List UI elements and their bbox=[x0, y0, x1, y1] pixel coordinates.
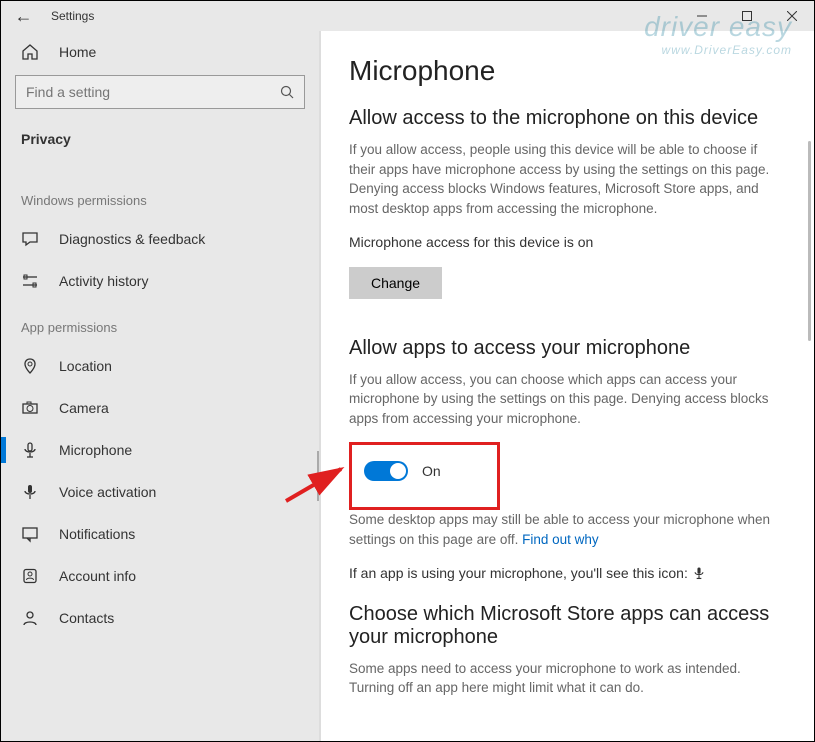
current-category: Privacy bbox=[1, 123, 319, 175]
home-icon bbox=[21, 43, 41, 61]
desktop-apps-note: Some desktop apps may still be able to a… bbox=[349, 510, 784, 549]
maximize-button[interactable] bbox=[724, 1, 769, 31]
content-scrollbar[interactable] bbox=[808, 141, 811, 341]
home-label: Home bbox=[59, 44, 96, 60]
nav-location[interactable]: Location bbox=[1, 345, 319, 387]
nav-label: Location bbox=[59, 358, 112, 374]
content-area: Microphone Allow access to the microphon… bbox=[321, 31, 814, 741]
find-out-why-link[interactable]: Find out why bbox=[522, 532, 599, 547]
nav-label: Camera bbox=[59, 400, 109, 416]
voice-icon bbox=[21, 483, 41, 501]
notifications-icon bbox=[21, 525, 41, 543]
search-box[interactable] bbox=[15, 75, 305, 109]
minimize-button[interactable] bbox=[679, 1, 724, 31]
section2-body: If you allow access, you can choose whic… bbox=[349, 370, 784, 429]
location-icon bbox=[21, 357, 41, 375]
section2-heading: Allow apps to access your microphone bbox=[349, 337, 784, 360]
feedback-icon bbox=[21, 230, 41, 248]
close-button[interactable] bbox=[769, 1, 814, 31]
section-windows-permissions: Windows permissions bbox=[1, 175, 319, 218]
search-input[interactable] bbox=[26, 84, 280, 100]
nav-notifications[interactable]: Notifications bbox=[1, 513, 319, 555]
toggle-switch-on[interactable] bbox=[364, 461, 408, 481]
nav-label: Activity history bbox=[59, 273, 148, 289]
section3-body: Some apps need to access your microphone… bbox=[349, 659, 784, 698]
camera-icon bbox=[21, 399, 41, 417]
apps-access-toggle[interactable]: On bbox=[354, 453, 451, 489]
nav-contacts[interactable]: Contacts bbox=[1, 597, 319, 639]
nav-activity[interactable]: Activity history bbox=[1, 260, 319, 302]
usage-note-text: If an app is using your microphone, you'… bbox=[349, 565, 688, 581]
nav-label: Diagnostics & feedback bbox=[59, 231, 205, 247]
nav-diagnostics[interactable]: Diagnostics & feedback bbox=[1, 218, 319, 260]
usage-note: If an app is using your microphone, you'… bbox=[349, 563, 784, 584]
nav-label: Account info bbox=[59, 568, 136, 584]
nav-camera[interactable]: Camera bbox=[1, 387, 319, 429]
section1-body: If you allow access, people using this d… bbox=[349, 140, 784, 218]
home-row[interactable]: Home bbox=[1, 31, 319, 71]
section1-heading: Allow access to the microphone on this d… bbox=[349, 107, 784, 130]
microphone-icon bbox=[21, 441, 41, 459]
back-button[interactable]: ← bbox=[1, 6, 46, 27]
section-app-permissions: App permissions bbox=[1, 302, 319, 345]
nav-microphone[interactable]: Microphone bbox=[1, 429, 319, 471]
nav-label: Microphone bbox=[59, 442, 132, 458]
nav-label: Voice activation bbox=[59, 484, 156, 500]
nav-label: Notifications bbox=[59, 526, 135, 542]
timeline-icon bbox=[21, 272, 41, 290]
nav-voice[interactable]: Voice activation bbox=[1, 471, 319, 513]
microphone-indicator-icon bbox=[692, 567, 706, 583]
annotation-highlight: On bbox=[349, 442, 500, 510]
nav-label: Contacts bbox=[59, 610, 114, 626]
page-title: Microphone bbox=[349, 55, 784, 87]
account-icon bbox=[21, 567, 41, 585]
window-title: Settings bbox=[46, 9, 94, 23]
sidebar: Home Privacy Windows permissions Diagnos… bbox=[1, 31, 319, 741]
section3-heading: Choose which Microsoft Store apps can ac… bbox=[349, 603, 784, 649]
device-access-status: Microphone access for this device is on bbox=[349, 232, 784, 252]
nav-account[interactable]: Account info bbox=[1, 555, 319, 597]
search-icon bbox=[280, 85, 294, 99]
change-button[interactable]: Change bbox=[349, 267, 442, 299]
contacts-icon bbox=[21, 609, 41, 627]
toggle-label: On bbox=[422, 463, 441, 479]
